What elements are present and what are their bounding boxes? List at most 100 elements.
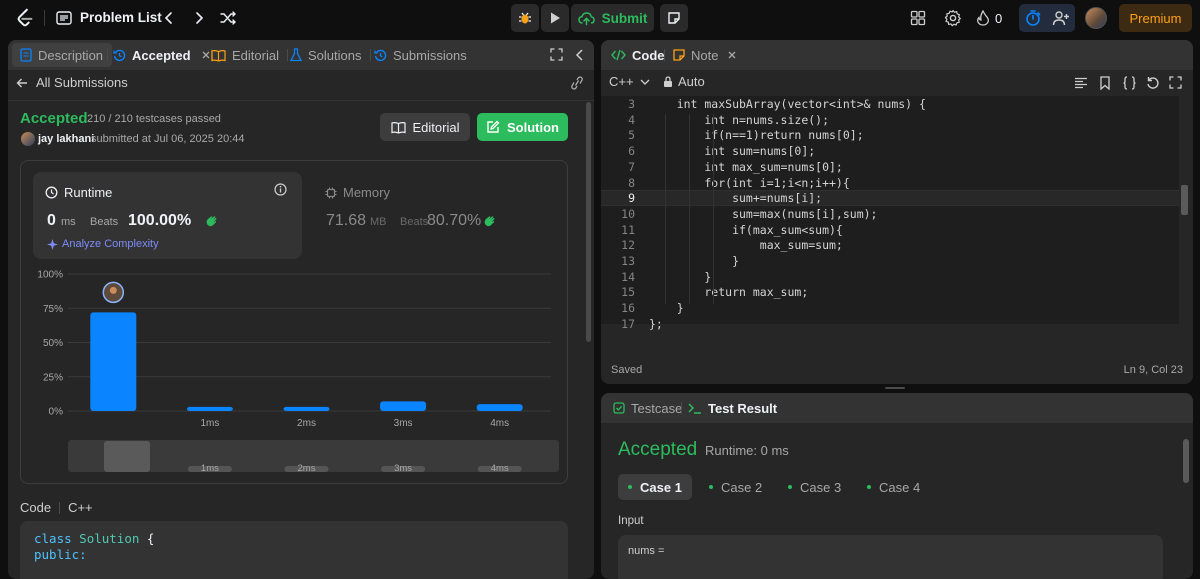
line-number: 8 (628, 175, 635, 190)
code-line[interactable]: int maxSubArray(vector<int>& nums) { (649, 97, 926, 111)
pass-dot (628, 485, 632, 489)
code-line[interactable]: } (649, 270, 711, 284)
maximize-icon[interactable] (550, 48, 563, 61)
fullscreen-icon[interactable] (1169, 76, 1182, 89)
tab-testcase-label: Testcase (631, 400, 683, 416)
editorial-button-label: Editorial (412, 119, 460, 135)
problem-list-icon[interactable] (56, 10, 72, 26)
code-label-separator (59, 502, 61, 514)
format-code-icon[interactable] (1074, 76, 1088, 90)
submit-button[interactable]: Submit (571, 4, 654, 32)
chart-bar[interactable] (90, 312, 137, 411)
bug-icon (519, 12, 531, 24)
tab-editorial[interactable]: Editorial (211, 40, 279, 70)
layout-icon[interactable] (910, 10, 926, 26)
case-tab-2[interactable]: Case 2 (699, 474, 772, 500)
problem-list-link[interactable]: Problem List (80, 10, 162, 25)
submitter-name[interactable]: jay lakhani (38, 133, 94, 145)
auto-mode-toggle[interactable]: Auto (663, 74, 705, 89)
line-number: 17 (621, 316, 635, 331)
premium-button[interactable]: Premium (1119, 4, 1192, 32)
submission-status: Accepted (20, 110, 88, 127)
user-avatar[interactable] (1085, 7, 1107, 29)
code-line[interactable]: sum=max(nums[i],sum); (649, 207, 877, 221)
x-tick-label: 1ms (200, 418, 219, 429)
case-tab-3[interactable]: Case 3 (778, 474, 851, 500)
code-line[interactable]: } (649, 254, 739, 268)
tab-note[interactable]: Note (673, 40, 737, 70)
case-tab-4[interactable]: Case 4 (857, 474, 930, 500)
minimap-label: 1ms (201, 463, 219, 474)
test-scrollbar[interactable] (1183, 439, 1189, 483)
tab-description-label: Description (38, 47, 104, 63)
run-button[interactable] (541, 4, 569, 32)
collapse-left-icon[interactable] (574, 48, 586, 62)
left-scrollbar[interactable] (586, 102, 591, 342)
line-number: 16 (621, 301, 635, 316)
tab-accepted[interactable]: Accepted (113, 40, 211, 70)
code-line[interactable]: if(max_sum<sum){ (649, 223, 843, 237)
tab-code[interactable]: Code (611, 40, 665, 70)
editor-scrollbar[interactable] (1181, 185, 1188, 215)
runtime-distribution-chart[interactable]: 0% 25% 50% 75% 100% 1ms 2ms 3ms 4ms 1ms 2ms 3ms 4ms (21, 161, 569, 485)
link-icon[interactable] (569, 76, 585, 90)
streak-counter[interactable]: 0 (976, 10, 1002, 26)
play-icon (551, 12, 560, 24)
submitted-code-preview[interactable]: class Solution { public: (20, 521, 568, 579)
timer-group (1019, 4, 1075, 32)
prev-problem-icon[interactable] (160, 9, 178, 27)
next-problem-icon[interactable] (190, 9, 208, 27)
close-tab-icon[interactable] (201, 50, 211, 60)
editorial-button[interactable]: Editorial (380, 113, 470, 141)
chart-bar[interactable] (476, 404, 523, 411)
close-tab-icon[interactable] (727, 50, 737, 60)
code-line[interactable]: return max_sum; (649, 285, 808, 299)
code-line[interactable]: int max_sum=nums[0]; (649, 160, 843, 174)
leetcode-logo-icon[interactable] (14, 7, 36, 29)
case-tab-1[interactable]: Case 1 (618, 474, 692, 500)
braces-icon[interactable] (1122, 76, 1137, 90)
tab-test-result[interactable]: Test Result (688, 393, 777, 423)
tab-testcase[interactable]: Testcase (613, 393, 682, 423)
code-line[interactable]: }; (649, 317, 663, 331)
tab-description[interactable]: Description (20, 40, 103, 70)
notes-button[interactable] (660, 4, 688, 32)
x-tick-label: 4ms (490, 418, 509, 429)
line-number: 5 (628, 128, 635, 143)
tab-solutions[interactable]: Solutions (290, 40, 361, 70)
language-selector[interactable]: C++ (609, 74, 650, 89)
submission-date: submitted at Jul 06, 2025 20:44 (91, 133, 245, 145)
edit-icon (487, 120, 500, 133)
chart-bar[interactable] (186, 406, 233, 411)
chart-bar[interactable] (283, 406, 330, 411)
submitter-avatar[interactable] (21, 132, 35, 146)
code-line[interactable]: sum+=nums[i]; (649, 191, 822, 205)
solution-button[interactable]: Solution (477, 113, 568, 141)
shuffle-icon[interactable] (219, 9, 237, 27)
history-icon (374, 49, 387, 61)
stopwatch-icon[interactable] (1024, 9, 1042, 27)
gear-icon[interactable] (944, 9, 962, 27)
testcases-passed: 210 / 210 testcases passed (87, 113, 221, 125)
note-icon (668, 12, 680, 24)
tab-submissions[interactable]: Submissions (374, 40, 467, 70)
code-line[interactable]: } (649, 301, 684, 315)
input-value-box[interactable]: nums = (618, 535, 1163, 579)
lock-icon (664, 75, 672, 87)
chart-bar[interactable] (380, 401, 427, 411)
code-line[interactable]: for(int i=1;i<n;i++){ (649, 176, 849, 190)
topbar-divider (44, 10, 45, 26)
code-line[interactable]: if(n==1)return nums[0]; (649, 128, 863, 142)
vertical-resize-handle[interactable] (885, 387, 905, 389)
code-line[interactable]: int sum=nums[0]; (649, 144, 815, 158)
code-editor[interactable]: 3 int maxSubArray(vector<int>& nums) {4 … (601, 96, 1179, 331)
flask-icon (290, 48, 302, 62)
add-friend-icon[interactable] (1052, 10, 1070, 26)
code-line[interactable]: max_sum=sum; (649, 238, 843, 252)
document-icon (20, 48, 32, 62)
all-submissions-link[interactable]: All Submissions (16, 75, 128, 90)
reset-icon[interactable] (1146, 76, 1160, 90)
bookmark-icon[interactable] (1099, 76, 1111, 90)
debug-button[interactable] (511, 4, 539, 32)
code-line[interactable]: int n=nums.size(); (649, 113, 829, 127)
